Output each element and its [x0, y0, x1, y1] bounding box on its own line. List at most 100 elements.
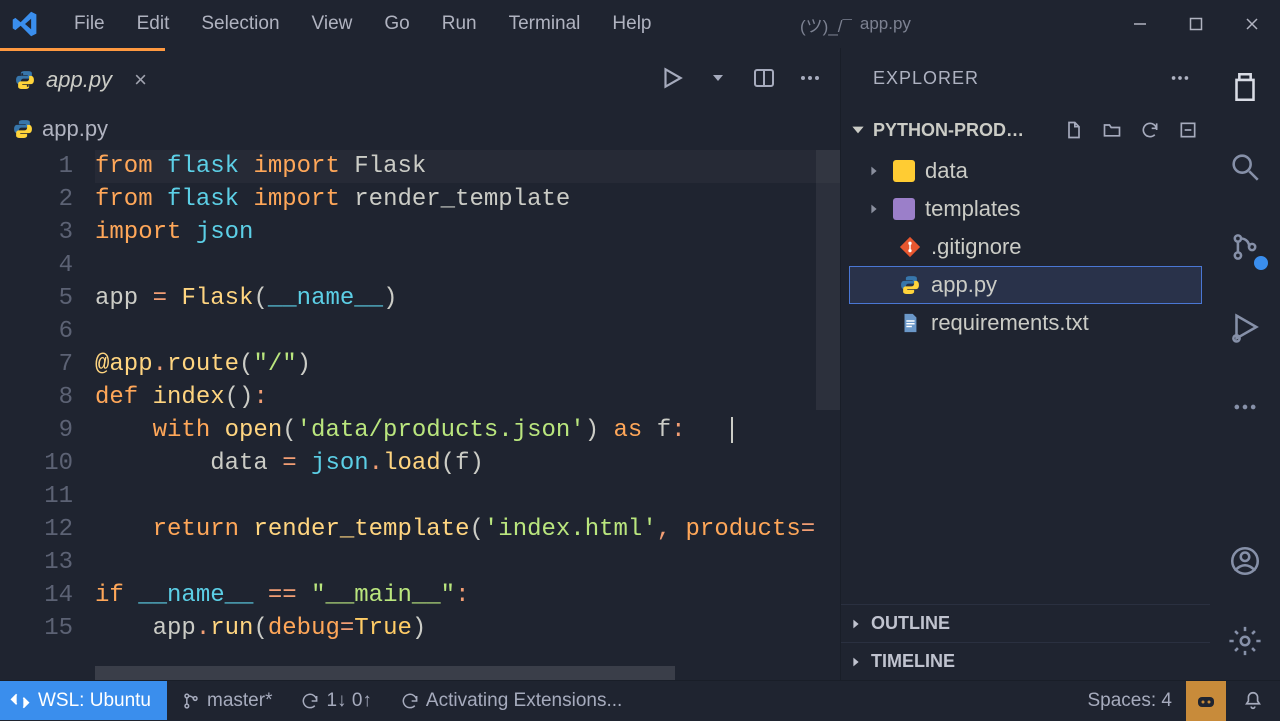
text-cursor: [731, 417, 733, 443]
code-editor[interactable]: 123456789101112131415 from flask import …: [0, 150, 840, 666]
code-line[interactable]: app.run(debug=True): [95, 612, 840, 645]
horizontal-scrollbar[interactable]: [0, 666, 840, 680]
python-icon: [899, 274, 921, 296]
code-line[interactable]: if __name__ == "__main__":: [95, 579, 840, 612]
remote-indicator[interactable]: WSL: Ubuntu: [0, 681, 167, 720]
close-button[interactable]: [1224, 0, 1280, 48]
menu-view[interactable]: View: [298, 7, 367, 41]
folder-templates[interactable]: templates: [841, 190, 1210, 228]
scrollbar-thumb[interactable]: [95, 666, 675, 680]
explorer-more-icon[interactable]: [1166, 64, 1194, 92]
run-debug-activity-icon[interactable]: [1224, 306, 1266, 348]
code-line[interactable]: with open('data/products.json') as f:: [95, 414, 840, 447]
folder-icon: [893, 198, 915, 220]
code-line[interactable]: [95, 249, 840, 282]
split-editor-button[interactable]: [750, 64, 778, 92]
menu-help[interactable]: Help: [598, 7, 665, 41]
code-line[interactable]: app = Flask(__name__): [95, 282, 840, 315]
file-icon: [899, 312, 921, 334]
code-line[interactable]: import json: [95, 216, 840, 249]
tree-item-label: .gitignore: [931, 234, 1022, 260]
chevron-right-icon: [865, 202, 883, 216]
tab-bar: app.py ×: [0, 48, 840, 108]
menu-run[interactable]: Run: [428, 7, 491, 41]
file-app-py[interactable]: app.py: [849, 266, 1202, 304]
python-icon: [12, 118, 34, 140]
activity-bar: [1210, 48, 1280, 680]
remote-label: WSL: Ubuntu: [38, 690, 151, 712]
run-dropdown-icon[interactable]: [704, 64, 732, 92]
chevron-right-icon: [849, 617, 863, 631]
menu-terminal[interactable]: Terminal: [495, 7, 595, 41]
code-line[interactable]: [95, 315, 840, 348]
file-requirements-txt[interactable]: requirements.txt: [841, 304, 1210, 342]
chevron-right-icon: [865, 164, 883, 178]
breadcrumb-file: app.py: [42, 116, 108, 142]
spaces-indicator[interactable]: Spaces: 4: [1074, 690, 1187, 712]
code-line[interactable]: from flask import render_template: [95, 183, 840, 216]
folder-header[interactable]: PYTHON-PROD…: [841, 108, 1210, 152]
source-control-activity-icon[interactable]: [1224, 226, 1266, 268]
git-icon: [899, 236, 921, 258]
git-branch[interactable]: master*: [167, 690, 286, 712]
menu-file[interactable]: File: [60, 7, 119, 41]
chevron-right-icon: [849, 655, 863, 669]
tab-close-icon[interactable]: ×: [134, 67, 147, 93]
timeline-label: TIMELINE: [871, 651, 955, 672]
refresh-icon[interactable]: [1136, 116, 1164, 144]
code-line[interactable]: @app.route("/"): [95, 348, 840, 381]
explorer-title: EXPLORER: [873, 68, 979, 89]
code-line[interactable]: from flask import Flask: [95, 150, 840, 183]
minimize-button[interactable]: [1112, 0, 1168, 48]
code-content[interactable]: from flask import Flaskfrom flask import…: [95, 150, 840, 666]
more-actions-button[interactable]: [796, 64, 824, 92]
notifications-icon[interactable]: [1226, 690, 1280, 712]
folder-actions: [1060, 116, 1202, 144]
minimap[interactable]: [816, 150, 840, 410]
menu-items: FileEditSelectionViewGoRunTerminalHelp: [60, 7, 666, 41]
code-line[interactable]: data = json.load(f): [95, 447, 840, 480]
sync-status[interactable]: 1↓ 0↑: [286, 690, 385, 712]
search-activity-icon[interactable]: [1224, 146, 1266, 188]
tree-item-label: templates: [925, 196, 1020, 222]
code-line[interactable]: return render_template('index.html', pro…: [95, 513, 840, 546]
outline-section[interactable]: OUTLINE: [841, 604, 1210, 642]
timeline-section[interactable]: TIMELINE: [841, 642, 1210, 680]
tree-item-label: app.py: [931, 272, 997, 298]
outline-label: OUTLINE: [871, 613, 950, 634]
new-file-icon[interactable]: [1060, 116, 1088, 144]
activating-extensions[interactable]: Activating Extensions...: [386, 690, 636, 712]
folder-data[interactable]: data: [841, 152, 1210, 190]
code-line[interactable]: [95, 546, 840, 579]
status-bar: WSL: Ubuntu master* 1↓ 0↑ Activating Ext…: [0, 680, 1280, 720]
editor-group: app.py × app.py: [0, 48, 840, 680]
copilot-icon[interactable]: [1186, 681, 1226, 721]
maximize-button[interactable]: [1168, 0, 1224, 48]
explorer-activity-icon[interactable]: [1224, 66, 1266, 108]
explorer-sidebar: EXPLORER PYTHON-PROD… data templates .giti…: [840, 48, 1210, 680]
accounts-activity-icon[interactable]: [1224, 540, 1266, 582]
file-tree: data templates .gitignore app.py requirement…: [841, 152, 1210, 604]
settings-activity-icon[interactable]: [1224, 620, 1266, 662]
code-line[interactable]: [95, 480, 840, 513]
collapse-icon[interactable]: [1174, 116, 1202, 144]
more-activity-icon[interactable]: [1224, 386, 1266, 428]
window-title: (ツ)_/¯ app.py: [800, 12, 911, 37]
tree-item-label: data: [925, 158, 968, 184]
chevron-down-icon: [849, 121, 867, 139]
menu-edit[interactable]: Edit: [123, 7, 184, 41]
sync-label: 1↓ 0↑: [326, 690, 371, 712]
folder-icon: [893, 160, 915, 182]
scm-badge: [1252, 254, 1270, 272]
new-folder-icon[interactable]: [1098, 116, 1126, 144]
run-button[interactable]: [658, 64, 686, 92]
folder-name: PYTHON-PROD…: [873, 120, 1024, 141]
code-line[interactable]: def index():: [95, 381, 840, 414]
spaces-label: Spaces: 4: [1088, 690, 1173, 712]
breadcrumb[interactable]: app.py: [0, 108, 840, 150]
menu-go[interactable]: Go: [370, 7, 423, 41]
tab-app-py[interactable]: app.py ×: [0, 48, 165, 108]
editor-actions: [658, 48, 840, 108]
file--gitignore[interactable]: .gitignore: [841, 228, 1210, 266]
menu-selection[interactable]: Selection: [187, 7, 293, 41]
